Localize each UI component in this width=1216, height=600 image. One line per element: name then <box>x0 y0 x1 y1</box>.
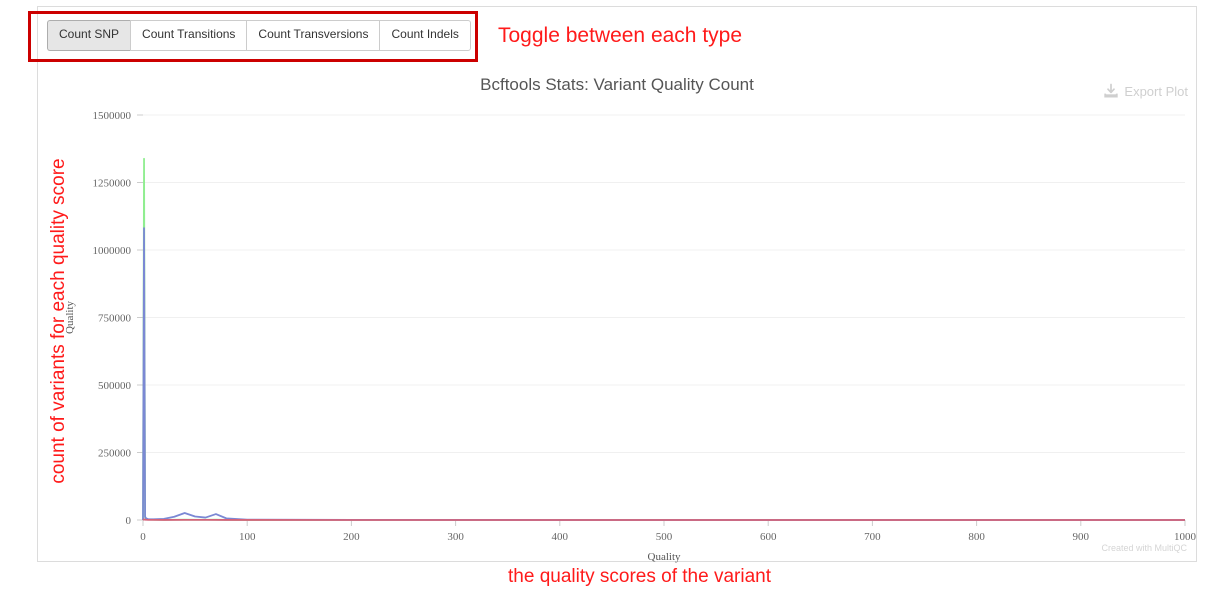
svg-text:250000: 250000 <box>98 448 132 460</box>
svg-text:700: 700 <box>864 531 881 543</box>
series-line <box>142 227 1186 521</box>
data-series <box>142 157 1186 521</box>
gridlines <box>143 114 1185 521</box>
svg-text:800: 800 <box>968 531 985 543</box>
svg-text:900: 900 <box>1073 531 1090 543</box>
y-axis-ticks: 0 250000 500000 750000 1000000 1250000 1500000 <box>93 110 143 527</box>
svg-text:1000000: 1000000 <box>93 245 132 257</box>
multiqc-credit: Created with MultiQC <box>1101 543 1187 553</box>
svg-text:1500000: 1500000 <box>93 110 132 122</box>
series-line <box>142 518 1185 521</box>
annotation-toggle-note: Toggle between each type <box>498 24 743 47</box>
x-axis-label: Quality <box>648 551 681 563</box>
multiqc-plot-panel: Count SNP Count Transitions Count Transv… <box>37 6 1198 563</box>
svg-text:750000: 750000 <box>98 313 132 325</box>
annotation-y-axis-note: count of variants for each quality score <box>48 158 69 484</box>
plot-svg: 0 250000 500000 750000 1000000 1250000 1500000… <box>64 110 1197 563</box>
svg-text:500: 500 <box>656 531 673 543</box>
svg-text:1250000: 1250000 <box>93 178 132 190</box>
svg-text:300: 300 <box>447 531 464 543</box>
series-line <box>142 157 1185 521</box>
plot-area[interactable]: 0 250000 500000 750000 1000000 1250000 1500000… <box>38 7 1198 563</box>
annotation-x-axis-note: the quality scores of the variant <box>508 566 771 587</box>
svg-text:100: 100 <box>239 531 256 543</box>
svg-text:400: 400 <box>552 531 569 543</box>
svg-text:0: 0 <box>126 515 132 527</box>
svg-text:500000: 500000 <box>98 380 132 392</box>
svg-text:1000: 1000 <box>1174 531 1197 543</box>
svg-text:0: 0 <box>140 531 146 543</box>
svg-text:600: 600 <box>760 531 777 543</box>
svg-text:200: 200 <box>343 531 360 543</box>
x-axis-ticks: 0 100 200 300 400 500 600 700 800 900 1000 <box>140 520 1197 543</box>
